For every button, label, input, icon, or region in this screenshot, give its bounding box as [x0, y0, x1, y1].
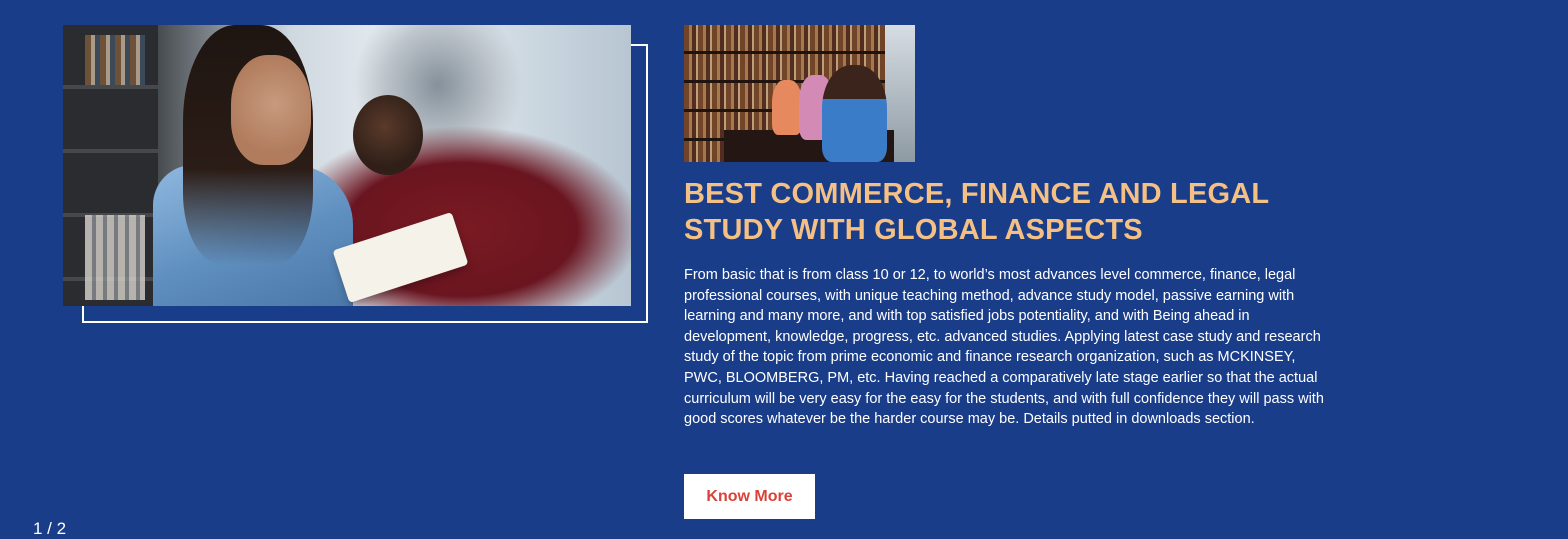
student-figure [772, 80, 802, 135]
students-reading-photo [684, 25, 915, 162]
student-face [231, 55, 311, 165]
slide-counter: 1 / 2 [33, 519, 67, 538]
hero-title: BEST COMMERCE, FINANCE AND LEGAL STUDY W… [684, 178, 1269, 246]
students-library-photo [63, 25, 631, 306]
student-head [353, 95, 423, 175]
books-row [85, 35, 145, 85]
hero-description: From basic that is from class 10 or 12, … [684, 267, 1324, 428]
know-more-button[interactable]: Know More [684, 474, 815, 519]
books-row [85, 215, 145, 300]
student-figure [822, 65, 887, 162]
hero-slide: BEST COMMERCE, FINANCE AND LEGAL STUDY W… [0, 0, 1568, 538]
